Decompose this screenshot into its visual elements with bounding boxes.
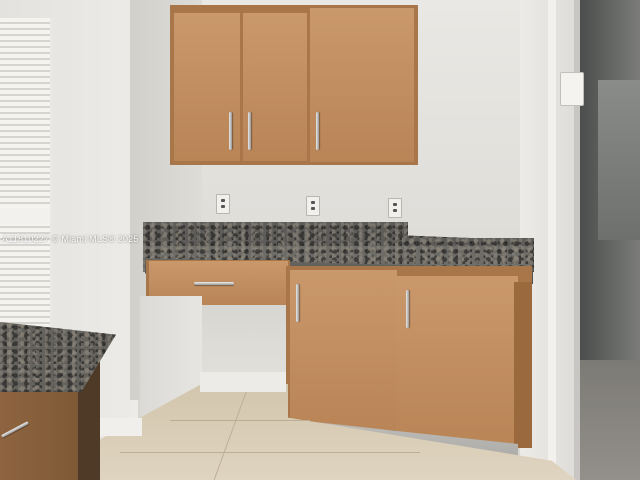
wall-outlet-left [216, 194, 230, 214]
upper-cabinet-door-3 [310, 8, 414, 162]
tile-grout-2 [120, 452, 420, 453]
upper-cabinet-handle-1 [229, 112, 232, 150]
upper-cabinet-door-2 [243, 13, 307, 161]
baseboard-left [96, 418, 142, 436]
upper-cabinet-handle-2 [248, 112, 251, 150]
hallway-light [598, 80, 640, 240]
louvered-door-rail [0, 208, 50, 224]
right-column-edge [548, 0, 556, 480]
wall-outlet-right [388, 198, 402, 218]
base-cabinet-handle-right [406, 290, 409, 328]
base-cabinet-handle-left [296, 284, 299, 322]
base-cabinet-side [514, 282, 532, 448]
thermostat [560, 72, 584, 106]
tile-grout-1 [170, 420, 310, 421]
mls-watermark: A11810227 © Miami MLS® 2025 [2, 234, 139, 244]
base-cabinet-door-left [290, 270, 397, 430]
baseboard-alcove [200, 372, 286, 392]
hallway-floor [578, 360, 640, 480]
base-cabinet-door-right [396, 276, 518, 446]
wall-outlet-center [306, 196, 320, 216]
louvered-door [0, 18, 53, 328]
upper-cabinet-handle-3 [316, 112, 319, 150]
desk-drawer-handle [194, 282, 234, 285]
kitchen-photo: A11810227 © Miami MLS® 2025 [0, 0, 640, 480]
